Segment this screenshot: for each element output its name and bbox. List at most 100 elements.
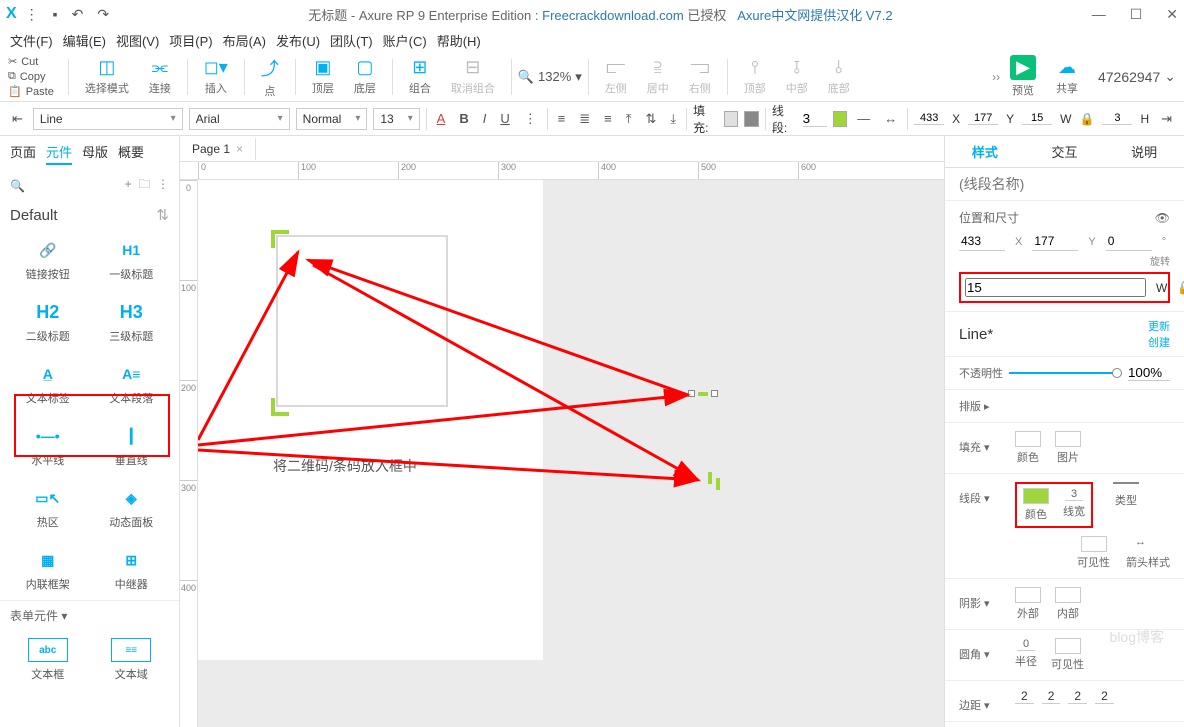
copy-button[interactable]: ⧉ Copy <box>8 70 54 83</box>
arrow-style-icon[interactable]: ↔ <box>880 108 901 129</box>
italic-icon[interactable]: I <box>479 108 491 129</box>
stroke-color-swatch[interactable] <box>833 111 848 127</box>
opacity-slider[interactable] <box>1009 372 1122 374</box>
more-icon[interactable]: ›› <box>992 70 1000 84</box>
page-tab-1[interactable]: Page 1× <box>180 138 256 160</box>
menu-arrange[interactable]: 布局(A) <box>223 31 266 50</box>
pos-x-input[interactable] <box>959 232 1005 251</box>
menu-edit[interactable]: 编辑(E) <box>63 31 106 50</box>
widget-hline[interactable]: •—•水平线 <box>8 420 88 472</box>
selection-handles[interactable] <box>688 390 718 397</box>
paste-button[interactable]: 📋 Paste <box>8 85 54 98</box>
fill-image-option[interactable]: 图片 <box>1055 431 1081 465</box>
stroke-width-input[interactable] <box>803 111 827 127</box>
close-icon[interactable]: ✕ <box>1166 6 1178 23</box>
menu-account[interactable]: 账户(C) <box>383 31 427 50</box>
h-input[interactable] <box>1102 112 1132 125</box>
underline-icon[interactable]: U <box>496 108 513 129</box>
widget-hotspot[interactable]: ▭↖热区 <box>8 482 88 534</box>
font-family-dropdown[interactable]: Arial▾ <box>189 108 290 130</box>
lib-folder-icon[interactable]: 🗀 <box>138 177 150 191</box>
stroke-color-option[interactable]: 颜色 <box>1023 488 1049 522</box>
stroke-visibility-option[interactable]: 可见性 <box>1077 536 1110 570</box>
font-color-icon[interactable]: A <box>433 108 450 129</box>
rectangle-shape[interactable] <box>276 235 448 407</box>
widget-h3[interactable]: H3三级标题 <box>92 296 172 348</box>
fill-image-swatch[interactable] <box>744 111 759 127</box>
font-size-dropdown[interactable]: 13▾ <box>373 108 419 130</box>
widget-paragraph[interactable]: A≡文本段落 <box>92 358 172 410</box>
library-title[interactable]: Default⇅ <box>0 200 179 230</box>
corner-visibility-option[interactable]: 可见性 <box>1051 638 1084 672</box>
toggle-right-icon[interactable]: ⇥ <box>1157 108 1176 130</box>
cut-button[interactable]: ✂ Cut <box>8 55 54 68</box>
fill-color-swatch[interactable] <box>724 111 739 127</box>
w-input[interactable] <box>1022 112 1052 125</box>
tab-widgets[interactable]: 元件 <box>46 142 72 165</box>
stroke-type-option[interactable]: 类型 <box>1113 482 1139 508</box>
save-icon[interactable]: ▪ <box>53 6 58 22</box>
widget-vline[interactable]: ┃垂直线 <box>92 420 172 472</box>
typography-section[interactable]: 排版 ▸ <box>945 390 1184 423</box>
fill-color-option[interactable]: 颜色 <box>1015 431 1041 465</box>
share-button[interactable]: ☁共享 <box>1056 57 1078 96</box>
widget-h2[interactable]: H2二级标题 <box>8 296 88 348</box>
group-button[interactable]: ⊞组合 <box>409 57 431 96</box>
canvas[interactable]: 将二维码/条码放入框中 <box>198 180 944 727</box>
search-icon[interactable]: 🔍 <box>10 179 25 193</box>
menu-team[interactable]: 团队(T) <box>330 31 373 50</box>
bold-icon[interactable]: B <box>455 108 472 129</box>
shape-name-input[interactable] <box>959 176 1170 192</box>
maximize-icon[interactable]: ☐ <box>1130 6 1143 23</box>
more-text-icon[interactable]: ⋮ <box>520 108 541 130</box>
widget-textarea[interactable]: ≡≡文本域 <box>92 634 172 686</box>
stroke-arrow-option[interactable]: ↔箭头样式 <box>1126 536 1170 570</box>
lib-menu-icon[interactable]: ⋮ <box>157 177 169 191</box>
connect-button[interactable]: ⫘连接 <box>149 57 171 96</box>
tab-pages[interactable]: 页面 <box>10 142 36 165</box>
stroke-style-icon[interactable]: — <box>853 108 874 129</box>
valign-top-icon[interactable]: ⤒ <box>622 108 636 130</box>
widget-link-button[interactable]: 🔗链接按钮 <box>8 234 88 286</box>
align-left-text-icon[interactable]: ≡ <box>554 108 570 129</box>
send-back-button[interactable]: ▢底层 <box>354 57 376 96</box>
lock-aspect-icon[interactable]: 🔓 <box>1177 281 1184 295</box>
update-style-button[interactable]: 更新 <box>1148 321 1170 333</box>
menu-project[interactable]: 项目(P) <box>169 31 212 50</box>
element-type-dropdown[interactable]: Line▾ <box>33 108 183 130</box>
insert-button[interactable]: ◻▾插入 <box>204 57 228 96</box>
tab-style[interactable]: 样式 <box>972 142 998 161</box>
widget-iframe[interactable]: ▦内联框架 <box>8 544 88 596</box>
widget-repeater[interactable]: ⊞中继器 <box>92 544 172 596</box>
shadow-outer-option[interactable]: 外部 <box>1015 587 1041 621</box>
valign-mid-icon[interactable]: ⇅ <box>642 108 661 130</box>
widget-label[interactable]: A̲文本标签 <box>8 358 88 410</box>
corner-radius-option[interactable]: 0半径 <box>1015 638 1037 672</box>
widget-h1[interactable]: H1一级标题 <box>92 234 172 286</box>
tab-masters[interactable]: 母版 <box>82 142 108 165</box>
pos-y-input[interactable] <box>1032 232 1078 251</box>
create-style-button[interactable]: 创建 <box>1148 337 1170 349</box>
pos-w-input[interactable] <box>965 278 1146 297</box>
widget-dynamic-panel[interactable]: ◈动态面板 <box>92 482 172 534</box>
stroke-width-option[interactable]: 3线宽 <box>1063 488 1085 522</box>
toggle-left-icon[interactable]: ⇤ <box>8 108 27 130</box>
redo-icon[interactable]: ↷ <box>97 6 109 23</box>
tab-outline[interactable]: 概要 <box>118 142 144 165</box>
y-input[interactable] <box>968 112 998 125</box>
align-center-text-icon[interactable]: ≣ <box>575 108 594 130</box>
preview-button[interactable]: ▶预览 <box>1010 55 1036 98</box>
tab-interactions[interactable]: 交互 <box>1051 142 1077 161</box>
align-right-text-icon[interactable]: ≡ <box>600 108 616 129</box>
menu-view[interactable]: 视图(V) <box>116 31 159 50</box>
account-number[interactable]: 47262947 ⌄ <box>1098 68 1176 85</box>
minimize-icon[interactable]: — <box>1092 6 1106 23</box>
menu-publish[interactable]: 发布(U) <box>276 31 320 50</box>
font-weight-dropdown[interactable]: Normal▾ <box>296 108 368 130</box>
zoom-control[interactable]: 🔍 132% ▾ <box>518 69 582 85</box>
lock-icon[interactable]: 🔒 <box>1080 112 1095 126</box>
menu-file[interactable]: 文件(F) <box>10 31 53 50</box>
widget-textfield[interactable]: abc文本框 <box>8 634 88 686</box>
x-input[interactable] <box>914 112 944 125</box>
valign-bot-icon[interactable]: ⤓ <box>666 108 680 130</box>
